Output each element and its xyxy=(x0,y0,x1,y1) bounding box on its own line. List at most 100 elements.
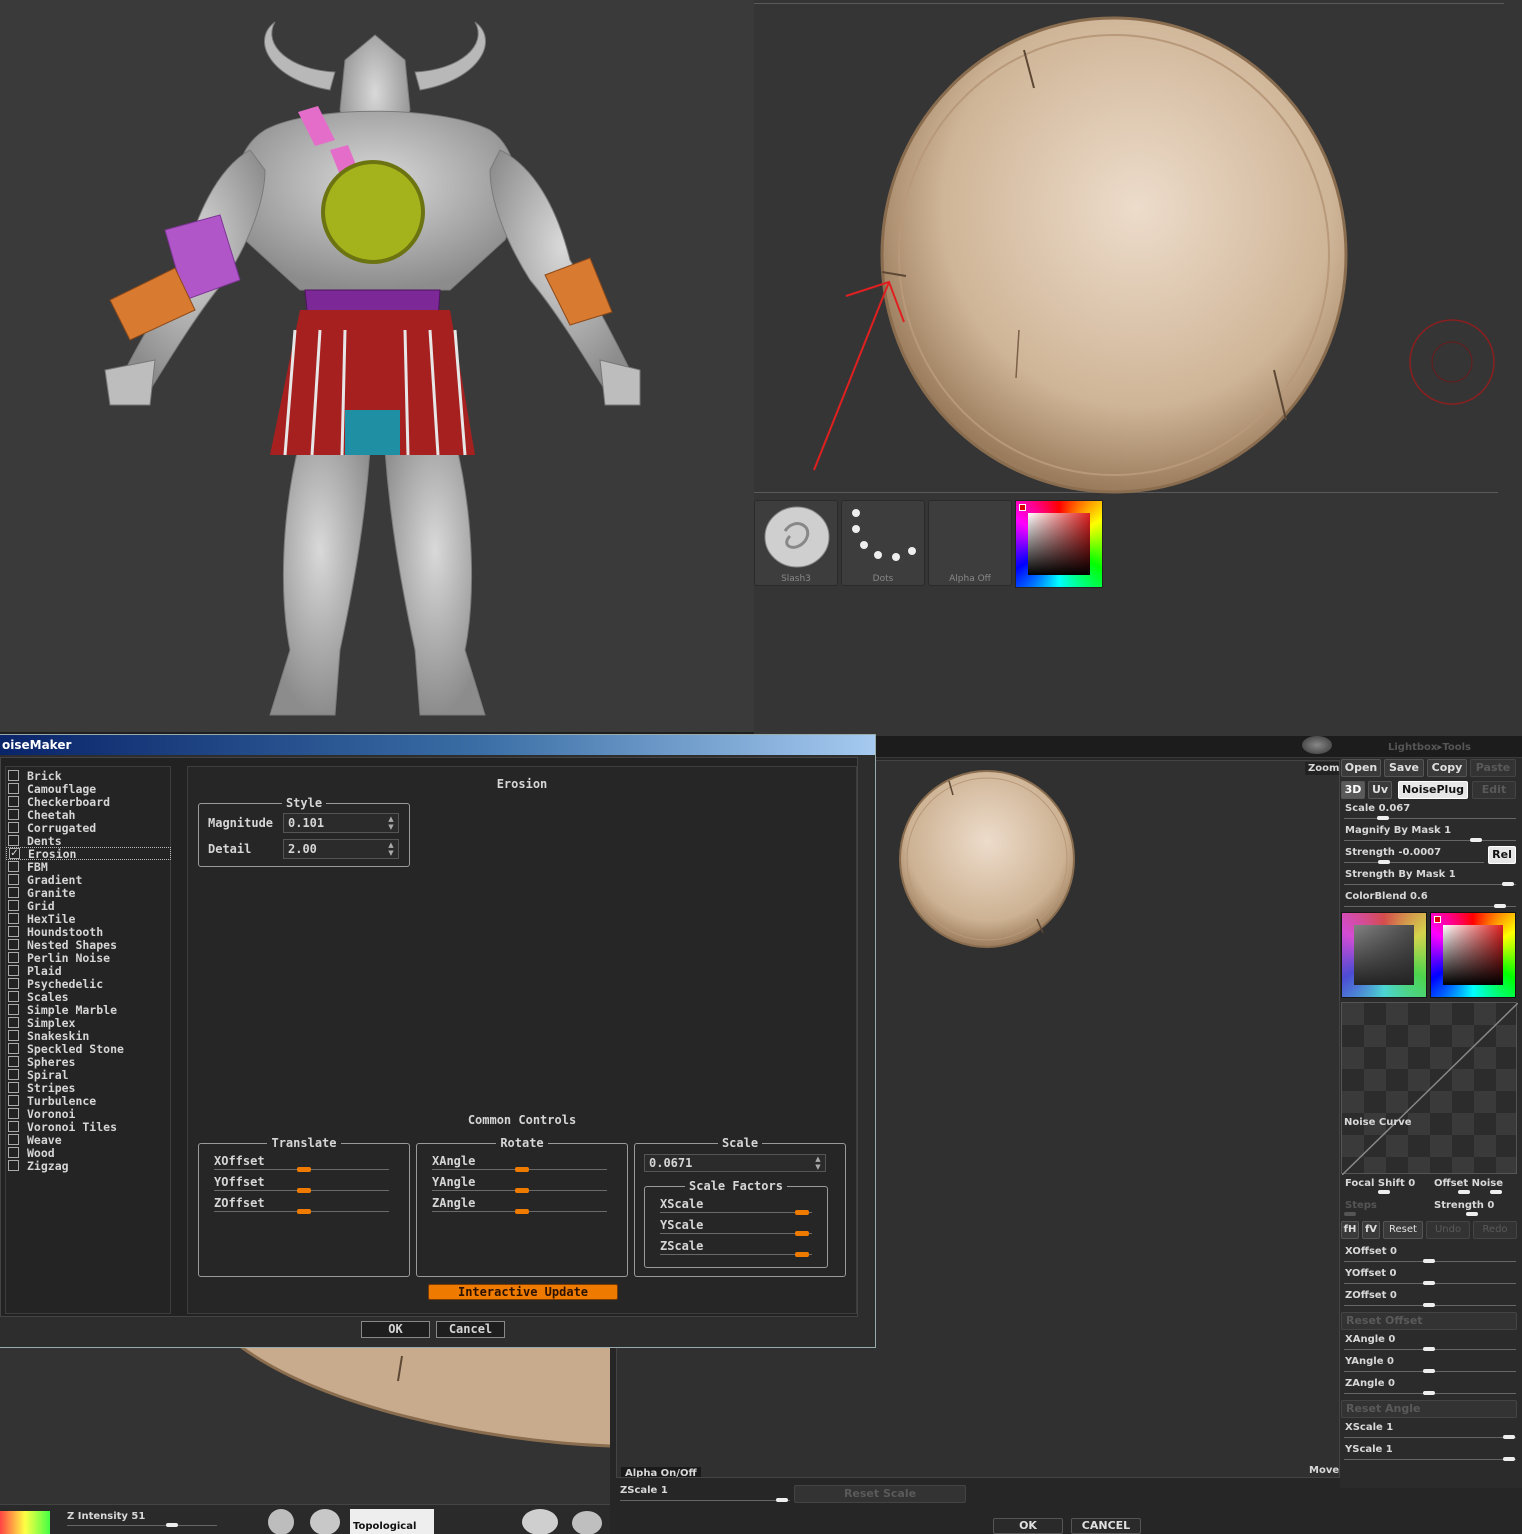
checkbox-icon[interactable] xyxy=(8,1030,19,1041)
noise-type-item[interactable]: Dents xyxy=(8,834,62,848)
noise-type-item[interactable]: Voronoi Tiles xyxy=(8,1120,117,1134)
reset-scale-button[interactable]: Reset Scale xyxy=(794,1485,966,1503)
strength-by-mask-knob[interactable] xyxy=(1502,882,1514,886)
curve-strength-label[interactable]: Strength 0 xyxy=(1434,1200,1494,1211)
reset-offset-button[interactable]: Reset Offset xyxy=(1341,1312,1517,1330)
yangle-knob[interactable] xyxy=(1423,1369,1435,1373)
yoffset-knob[interactable] xyxy=(1423,1281,1435,1285)
noise-type-item[interactable]: Snakeskin xyxy=(8,1029,89,1043)
xscale-knob[interactable] xyxy=(1503,1435,1515,1439)
noise-type-item[interactable]: Simple Marble xyxy=(8,1003,117,1017)
magnitude-spinner[interactable]: 0.101 ▲ ▼ xyxy=(283,813,399,833)
spinner-arrows-icon[interactable]: ▲ ▼ xyxy=(386,815,396,831)
checkbox-icon[interactable] xyxy=(8,861,19,872)
noise-type-list[interactable]: Brick Camouflage Checkerboard Cheetah Corrug… xyxy=(5,766,171,1314)
checkbox-icon[interactable] xyxy=(8,874,19,885)
noise-type-item[interactable]: Voronoi xyxy=(8,1107,75,1121)
checkbox-icon[interactable] xyxy=(8,952,19,963)
noise-type-item[interactable]: Zigzag xyxy=(8,1159,69,1173)
checkbox-icon[interactable] xyxy=(8,1134,19,1145)
yscale-knob[interactable] xyxy=(1503,1457,1515,1461)
checkbox-icon[interactable] xyxy=(8,900,19,911)
noise-type-item[interactable]: Simplex xyxy=(8,1016,75,1030)
checkbox-icon[interactable] xyxy=(8,1069,19,1080)
zoom-button[interactable]: Zoom xyxy=(1305,762,1339,775)
noise-type-item[interactable]: Spheres xyxy=(8,1055,75,1069)
strength-knob[interactable] xyxy=(1378,860,1390,864)
magnitude-value[interactable]: 0.101 xyxy=(288,816,324,830)
reset-angle-button[interactable]: Reset Angle xyxy=(1341,1400,1517,1418)
zscale-slider[interactable] xyxy=(795,1252,809,1257)
checkbox-icon[interactable] xyxy=(8,978,19,989)
checkbox-icon[interactable] xyxy=(8,835,19,846)
material-topological[interactable]: Topological xyxy=(350,1509,434,1534)
checkbox-icon[interactable] xyxy=(8,887,19,898)
noise-type-item[interactable]: Corrugated xyxy=(8,821,96,835)
lightbox-tools-label[interactable]: Lightbox▸Tools xyxy=(1388,742,1471,753)
move-button[interactable]: Move xyxy=(1309,1465,1339,1476)
colorblend-knob[interactable] xyxy=(1494,904,1506,908)
noise-type-item[interactable]: Nested Shapes xyxy=(8,938,117,952)
zoffset-label[interactable]: ZOffset 0 xyxy=(1345,1290,1397,1301)
xoffset-label[interactable]: XOffset 0 xyxy=(1345,1246,1397,1257)
noise-type-item[interactable]: Houndstooth xyxy=(8,925,103,939)
paste-button[interactable]: Paste xyxy=(1470,759,1516,777)
ok-button[interactable]: OK xyxy=(361,1321,430,1338)
noise-type-item[interactable]: FBM xyxy=(8,860,48,874)
noise-type-item[interactable]: Checkerboard xyxy=(8,795,110,809)
z-intensity-knob[interactable] xyxy=(166,1523,178,1527)
xangle-slider[interactable] xyxy=(515,1167,529,1172)
offset-noise-knob[interactable] xyxy=(1458,1190,1470,1194)
zoffset-knob[interactable] xyxy=(1423,1303,1435,1307)
checkbox-icon[interactable] xyxy=(8,1082,19,1093)
strength-by-mask-label[interactable]: Strength By Mask 1 xyxy=(1345,869,1456,880)
noiseplug-button[interactable]: NoisePlug xyxy=(1398,781,1468,799)
cancel-button[interactable]: Cancel xyxy=(436,1321,505,1338)
noise-type-item[interactable]: Plaid xyxy=(8,964,62,978)
magnify-by-mask-label[interactable]: Magnify By Mask 1 xyxy=(1345,825,1451,836)
curve-redo-button[interactable]: Redo xyxy=(1473,1221,1517,1239)
noise-type-item[interactable]: Psychedelic xyxy=(8,977,103,991)
xoffset-slider[interactable] xyxy=(297,1167,311,1172)
detail-value[interactable]: 2.00 xyxy=(288,842,317,856)
stroke-thumb-dots[interactable]: Dots xyxy=(841,500,925,586)
mode-uv-button[interactable]: Uv xyxy=(1368,781,1392,799)
noise-type-item[interactable]: Grid xyxy=(8,899,55,913)
checkbox-icon[interactable] xyxy=(8,1095,19,1106)
steps-label[interactable]: Steps xyxy=(1345,1200,1377,1211)
checkbox-icon[interactable] xyxy=(8,770,19,781)
editor-ok-button[interactable]: OK xyxy=(993,1518,1063,1534)
mode-3d-button[interactable]: 3D xyxy=(1341,781,1365,799)
editor-cancel-button[interactable]: CANCEL xyxy=(1071,1518,1141,1534)
flip-v-button[interactable]: fV xyxy=(1362,1221,1380,1239)
spinner-arrows-icon[interactable]: ▲ ▼ xyxy=(386,841,396,857)
noise-type-item[interactable]: Spiral xyxy=(8,1068,69,1082)
zscale-knob[interactable] xyxy=(776,1498,788,1502)
noise-type-item[interactable]: Camouflage xyxy=(8,782,96,796)
checkbox-icon[interactable] xyxy=(8,1121,19,1132)
noise-type-item[interactable]: ✓ Erosion xyxy=(6,847,171,861)
yoffset-slider[interactable] xyxy=(297,1188,311,1193)
spinner-arrows-icon[interactable]: ▲ ▼ xyxy=(813,1155,823,1171)
checkbox-icon[interactable] xyxy=(8,1056,19,1067)
offset-noise-label[interactable]: Offset Noise xyxy=(1434,1178,1503,1189)
texture-icon[interactable] xyxy=(522,1509,558,1534)
xscale-label[interactable]: XScale 1 xyxy=(1345,1422,1393,1433)
noise-type-item[interactable]: Weave xyxy=(8,1133,62,1147)
noise-curve-editor[interactable]: Noise Curve xyxy=(1341,1002,1518,1175)
detail-spinner[interactable]: 2.00 ▲ ▼ xyxy=(283,839,399,859)
yangle-label[interactable]: YAngle 0 xyxy=(1345,1356,1394,1367)
checkbox-icon[interactable] xyxy=(8,965,19,976)
xangle-knob[interactable] xyxy=(1423,1347,1435,1351)
focal-shift-knob[interactable] xyxy=(1378,1190,1390,1194)
strength-label[interactable]: Strength -0.0007 xyxy=(1345,847,1441,858)
scale-spinner[interactable]: 0.0671 ▲ ▼ xyxy=(644,1154,826,1172)
checkbox-checked-icon[interactable]: ✓ xyxy=(9,848,20,859)
curve-undo-button[interactable]: Undo xyxy=(1426,1221,1470,1239)
color-picker[interactable] xyxy=(1015,500,1103,588)
checkbox-icon[interactable] xyxy=(8,1147,19,1158)
alpha-toggle-button[interactable]: Alpha On/Off xyxy=(621,1467,701,1477)
rel-button[interactable]: Rel xyxy=(1488,846,1516,864)
zscale-label[interactable]: ZScale 1 xyxy=(620,1485,668,1496)
colorblend-label[interactable]: ColorBlend 0.6 xyxy=(1345,891,1428,902)
